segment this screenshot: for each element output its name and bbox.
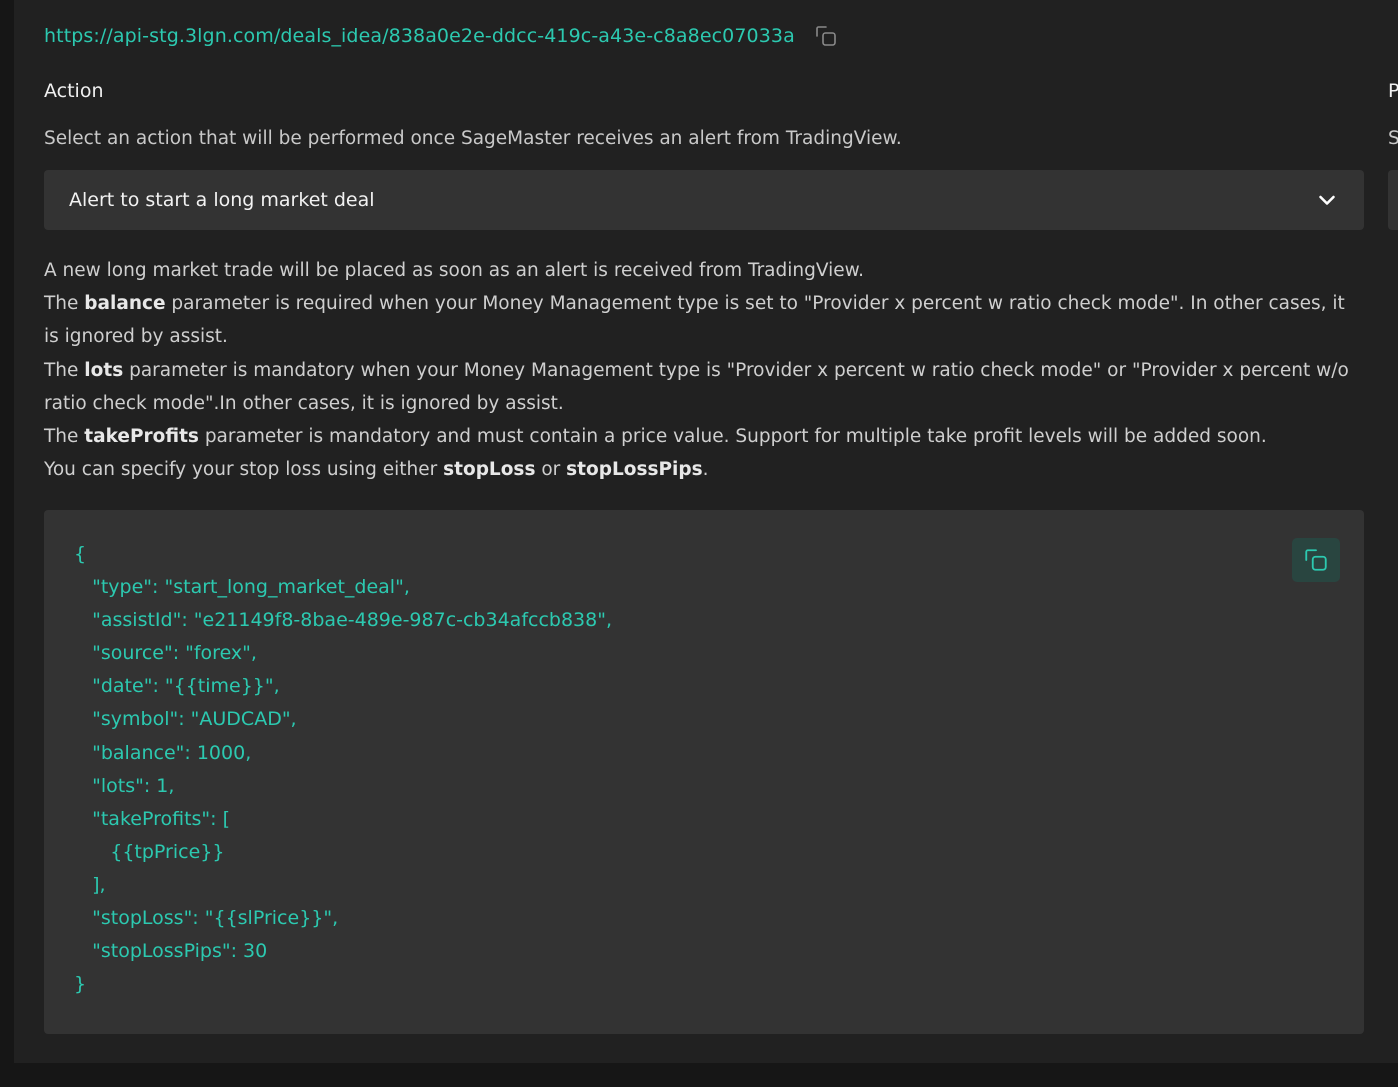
- copy-icon: [816, 26, 836, 46]
- alert-message-code-block[interactable]: { "type": "start_long_market_deal", "ass…: [44, 510, 1364, 1034]
- action-subtitle: Select an action that will be performed …: [44, 128, 902, 149]
- action-select-value: Alert to start a long market deal: [69, 189, 375, 211]
- code-line: "takeProfits": [: [74, 807, 231, 830]
- action-title: Action: [44, 80, 104, 102]
- description-stop-loss: You can specify your stop loss using eit…: [44, 459, 709, 481]
- code-line: {{tpPrice}}: [74, 840, 225, 863]
- action-select[interactable]: Alert to start a long market deal: [44, 170, 1364, 230]
- adjacent-column-field[interactable]: [1388, 170, 1398, 230]
- code-line: "type": "start_long_market_deal",: [74, 576, 410, 599]
- copy-url-button[interactable]: [813, 23, 839, 49]
- adjacent-column-subtitle: S: [1388, 128, 1398, 149]
- description-lots: The lots parameter is mandatory when you…: [44, 359, 1349, 414]
- code-line: "balance": 1000,: [74, 741, 252, 764]
- code-line: "date": "{{time}}",: [74, 675, 280, 698]
- adjacent-column-title: P: [1388, 80, 1398, 102]
- copy-json-button[interactable]: [1292, 538, 1340, 582]
- code-line: }: [74, 973, 87, 996]
- description-balance: The balance parameter is required when y…: [44, 293, 1345, 348]
- code-line: ],: [74, 873, 106, 896]
- copy-icon: [1305, 549, 1327, 571]
- param-stop-loss: stopLoss: [443, 459, 536, 481]
- param-balance: balance: [84, 293, 166, 315]
- description-take-profits: The takeProfits parameter is mandatory a…: [44, 426, 1267, 448]
- code-line: "lots": 1,: [74, 774, 175, 797]
- alert-json[interactable]: { "type": "start_long_market_deal", "ass…: [74, 538, 612, 1001]
- webhook-url-link[interactable]: https://api-stg.3lgn.com/deals_idea/838a…: [44, 25, 795, 47]
- code-line: {: [74, 543, 87, 565]
- param-lots: lots: [84, 359, 124, 381]
- webhook-url-row: https://api-stg.3lgn.com/deals_idea/838a…: [44, 21, 839, 51]
- app-frame: https://api-stg.3lgn.com/deals_idea/838a…: [0, 0, 1398, 1087]
- param-take-profits: takeProfits: [84, 426, 199, 448]
- code-line: "assistId": "e21149f8-8bae-489e-987c-cb3…: [74, 609, 613, 632]
- action-description: A new long market trade will be placed a…: [44, 254, 1364, 486]
- code-line: "stopLossPips": 30: [74, 940, 268, 963]
- code-line: "stopLoss": "{{slPrice}}",: [74, 907, 339, 930]
- description-line: A new long market trade will be placed a…: [44, 260, 864, 281]
- chevron-down-icon: [1316, 189, 1338, 211]
- code-line: "symbol": "AUDCAD",: [74, 708, 297, 731]
- code-line: "source": "forex",: [74, 642, 257, 665]
- param-stop-loss-pips: stopLossPips: [566, 459, 703, 481]
